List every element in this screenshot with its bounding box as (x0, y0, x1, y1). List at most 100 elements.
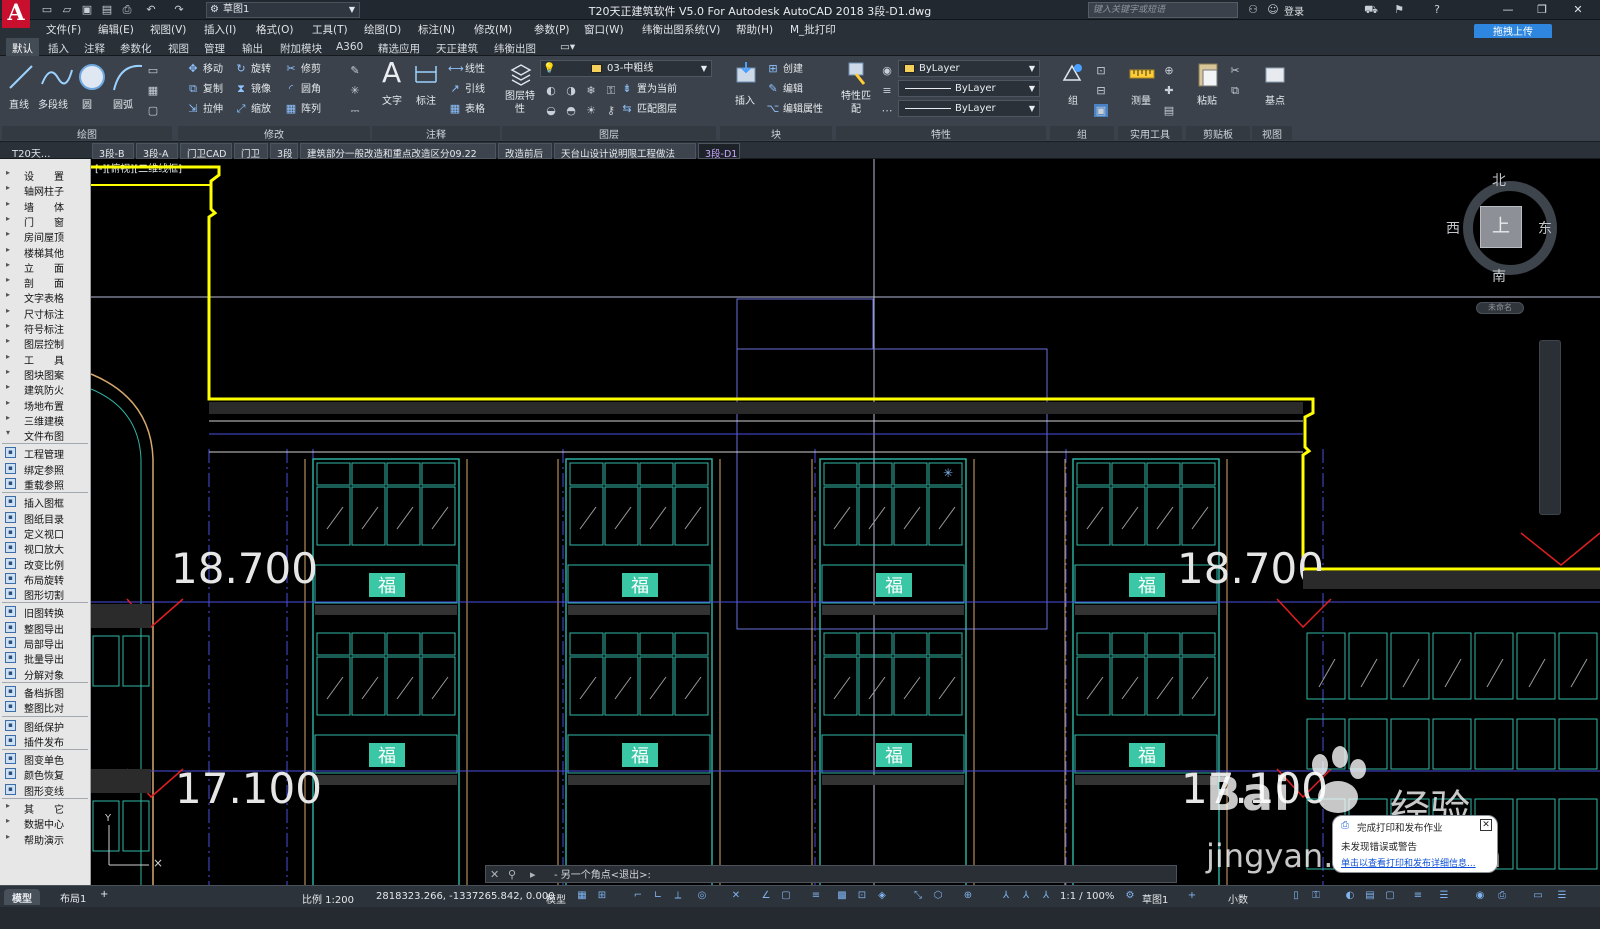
t20-palette-title[interactable]: T20天... (12, 145, 50, 160)
group-edit-icon[interactable]: ⊟ (1094, 84, 1108, 97)
polar-icon[interactable]: ∟ (652, 890, 664, 902)
text-button[interactable]: 文字 (375, 92, 409, 107)
menu-item-8[interactable]: 修改(M) (474, 22, 512, 37)
boundary-icon[interactable]: ▢ (146, 104, 160, 117)
object-track-icon[interactable]: ◎ (696, 890, 708, 902)
base-point-icon[interactable] (1262, 64, 1288, 86)
tab-ribbon-0[interactable]: 默认 (6, 38, 39, 57)
workspace-gear-icon[interactable]: ⚙ (1124, 890, 1136, 902)
insert-block-button[interactable]: 插入 (728, 92, 762, 107)
palette-item-group1-0[interactable]: ▸ 设 置 (0, 167, 91, 183)
layer-select[interactable]: 💡 03-中粗线 ▼ (540, 60, 712, 77)
linetype-icon[interactable]: ⋯ (880, 104, 894, 117)
notification-details-link[interactable]: 单击以查看打印和发布详细信息... (1341, 856, 1476, 869)
menu-item-9[interactable]: 参数(P) (534, 22, 570, 37)
new-file-icon[interactable]: ▭ (40, 3, 54, 16)
palette-item-group7-0[interactable]: ▪ 图变单色 (0, 751, 91, 767)
menu-item-1[interactable]: 编辑(E) (98, 22, 134, 37)
add-layout-icon[interactable]: + (100, 889, 108, 905)
palette-item-group1-6[interactable]: ▸ 立 面 (0, 259, 91, 275)
quick-select-icon[interactable]: ✚ (1162, 84, 1176, 97)
stretch-button[interactable]: ⇲ 拉伸 (186, 103, 223, 117)
save-icon[interactable]: ▣ (80, 3, 94, 16)
isodraft-icon[interactable]: ⟂ (672, 890, 684, 902)
match-properties-icon[interactable] (846, 60, 870, 86)
auto-scale-icon[interactable]: ⅄ (1020, 890, 1032, 902)
3d-osnap-icon[interactable]: ▩ (836, 890, 848, 902)
palette-item-group2-2[interactable]: ▪ 重载参照 (0, 476, 91, 492)
annotation-visibility-icon[interactable]: ⅄ (1000, 890, 1012, 902)
doc-tab-6[interactable]: 改造前后 (498, 143, 552, 160)
palette-item-group3-6[interactable]: ▪ 图形切割 (0, 586, 91, 602)
doc-tab-2[interactable]: 门卫CAD (180, 143, 232, 160)
palette-item-group5-1[interactable]: ▪ 整图比对 (0, 699, 91, 715)
compass-south[interactable]: 南 (1492, 266, 1506, 286)
units-select[interactable]: 小数 (1228, 891, 1248, 906)
palette-item-group3-1[interactable]: ▪ 图纸目录 (0, 510, 91, 526)
lineweight-select[interactable]: ByLayer ▼ (898, 80, 1040, 97)
ungroup-icon[interactable]: ⊡ (1094, 64, 1108, 77)
linear-dim-button[interactable]: ⟷线性 (448, 63, 485, 77)
menu-item-7[interactable]: 标注(N) (418, 22, 455, 37)
palette-item-group1-2[interactable]: ▸ 墙 体 (0, 198, 91, 214)
layer-unlock-icon[interactable]: ⚷ (604, 104, 618, 117)
menu-item-11[interactable]: 纬衡出图系统(V) (642, 22, 720, 37)
quick-properties-icon[interactable]: ▯ (1290, 890, 1302, 902)
tab-ribbon-4[interactable]: 视图 (168, 41, 189, 56)
menu-item-4[interactable]: 格式(O) (256, 22, 293, 37)
tab-ribbon-10[interactable]: 天正建筑 (436, 41, 478, 56)
dimension-icon[interactable] (414, 62, 438, 86)
menu-item-13[interactable]: M_批打印 (790, 22, 836, 37)
offset-icon[interactable]: ⎓ (348, 104, 362, 117)
calculator-icon[interactable]: ▤ (1162, 104, 1176, 117)
palette-item-group1-5[interactable]: ▸ 楼梯其他 (0, 244, 91, 260)
dimension-button[interactable]: 标注 (409, 92, 443, 107)
compass-north[interactable]: 北 (1492, 170, 1506, 190)
layer-unisolate-icon[interactable]: ◓ (564, 104, 578, 117)
draw-panel-title[interactable]: 绘图 (2, 126, 172, 141)
undo-icon[interactable]: ↶ (144, 3, 158, 16)
selection-filter-icon[interactable]: ◈ (876, 890, 888, 902)
palette-item-group1-7[interactable]: ▸ 剖 面 (0, 274, 91, 290)
view-panel-title[interactable]: 视图 (1252, 126, 1292, 141)
layer-thaw-icon[interactable]: ☀ (584, 104, 598, 117)
explode-icon[interactable]: ✳ (348, 84, 362, 97)
doc-tab-8[interactable]: 3段-D1 (698, 143, 740, 160)
palette-item-group1-1[interactable]: ▸ 轴网柱子 (0, 182, 91, 198)
tab-ribbon-1[interactable]: 插入 (48, 41, 69, 56)
palette-item-group2-1[interactable]: ▪ 绑定参照 (0, 461, 91, 477)
viewcube-top-face[interactable]: 上 (1480, 206, 1522, 248)
open-file-icon[interactable]: ▱ (60, 3, 74, 16)
doc-tab-4[interactable]: 3段 (270, 143, 298, 160)
tab-layout1[interactable]: 布局1 (52, 889, 94, 905)
layers-panel-title[interactable]: 图层 (502, 126, 716, 141)
application-menu-button[interactable]: A (2, 0, 30, 28)
annotation-scale-icon[interactable]: ⅄ (1040, 890, 1052, 902)
base-point-button[interactable]: 基点 (1258, 92, 1292, 107)
match-layer-button[interactable]: ⇆ 匹配图层 (620, 103, 677, 117)
workspace-switch[interactable]: 草图1 (1142, 891, 1168, 906)
table-button[interactable]: ▦ 表格 (448, 103, 485, 117)
layer-stack-icon[interactable] (510, 62, 532, 86)
polyline-tool-button[interactable]: 多段线 (36, 96, 70, 111)
menu-item-3[interactable]: 插入(I) (204, 22, 236, 37)
customize-icon[interactable]: ☰ (1438, 890, 1450, 902)
menu-item-12[interactable]: 帮助(H) (736, 22, 773, 37)
clean-screen-icon[interactable]: ▢ (1384, 890, 1396, 902)
search-input[interactable]: 键入关键字或短语 (1088, 2, 1238, 18)
palette-item-group6-0[interactable]: ▪ 图纸保护 (0, 718, 91, 734)
block-panel-title[interactable]: 块 (720, 126, 832, 141)
annotation-scale-value[interactable]: 1:1 / 100% (1060, 891, 1114, 902)
tab-ribbon-5[interactable]: 管理 (204, 41, 225, 56)
palette-item-group1-8[interactable]: ▸ 文字表格 (0, 289, 91, 305)
scale-button[interactable]: ⤢ 缩放 (234, 103, 271, 117)
command-close-icon[interactable]: ✕ (490, 868, 499, 881)
cart-icon[interactable]: ⛟ (1364, 3, 1378, 16)
fullscreen-icon[interactable]: ▭ (1532, 890, 1544, 902)
group-button[interactable]: 组 (1056, 92, 1090, 107)
plot-status-icon[interactable]: ⎙ (1496, 890, 1508, 902)
rectangle-icon[interactable]: ▭ (146, 64, 160, 77)
rotate-button[interactable]: ↻ 旋转 (234, 63, 271, 77)
ortho-icon[interactable]: ⌐ (632, 890, 644, 902)
selection-cycling-icon[interactable]: ≡ (810, 890, 822, 902)
